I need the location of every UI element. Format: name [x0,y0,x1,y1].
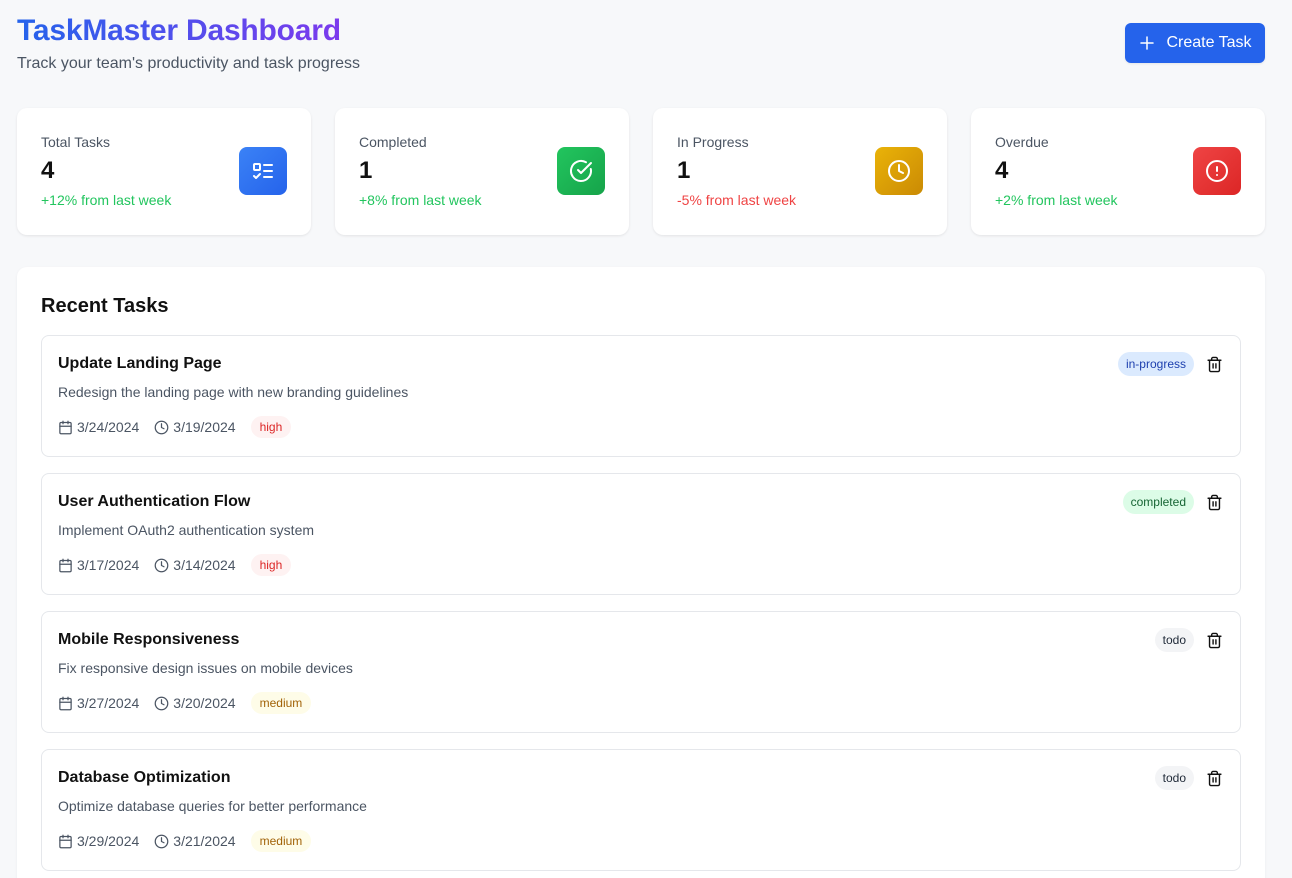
stats-row: Total Tasks 4 +12% from last week Comple… [17,108,1265,235]
task-title: Update Landing Page [58,355,222,372]
task-actions: todo [1154,766,1224,790]
trash-icon [1206,770,1222,786]
status-badge: in-progress [1117,352,1194,376]
stat-card-overdue: Overdue 4 +2% from last week [971,108,1265,235]
calendar-icon [59,696,72,710]
page-title: TaskMaster Dashboard [17,12,341,50]
task-meta: 3/27/2024 3/20/2024 medium [58,691,1224,715]
due-date-text: 3/24/2024 [77,419,140,435]
clock-icon [154,834,169,848]
trash-icon [1206,494,1222,510]
page-subtitle: Track your team's productivity and task … [17,55,361,72]
created-date-text: 3/20/2024 [173,695,236,711]
trash-icon [1206,356,1222,372]
due-date-text: 3/17/2024 [77,557,140,573]
task-card[interactable]: Mobile Responsiveness Fix responsive des… [41,611,1241,733]
recent-tasks-title: Recent Tasks [41,295,169,317]
task-meta: 3/24/2024 3/19/2024 high [58,415,1224,439]
due-date: 3/24/2024 [58,419,139,435]
task-list: Update Landing Page Redesign the landing… [41,335,1241,871]
clock-icon [154,558,169,572]
task-actions: completed [1122,490,1224,514]
create-task-label: Create Task [1166,34,1252,51]
due-date: 3/29/2024 [58,833,139,849]
created-date: 3/21/2024 [154,833,236,849]
task-list-icon [239,147,287,195]
task-card[interactable]: Update Landing Page Redesign the landing… [41,335,1241,457]
due-date-text: 3/29/2024 [77,833,140,849]
dashboard-page: TaskMaster Dashboard Track your team's p… [0,0,1292,878]
task-meta: 3/17/2024 3/14/2024 high [58,553,1224,577]
created-date-text: 3/19/2024 [173,419,236,435]
priority-badge: medium [250,692,312,714]
stat-card-completed: Completed 1 +8% from last week [335,108,629,235]
create-task-button[interactable]: Create Task [1125,23,1265,63]
due-date: 3/27/2024 [58,695,139,711]
delete-task-button[interactable] [1204,766,1224,790]
status-badge: completed [1122,490,1194,514]
created-date-text: 3/14/2024 [173,557,236,573]
clock-icon [875,147,923,195]
delete-task-button[interactable] [1204,352,1224,376]
created-date: 3/14/2024 [154,557,236,573]
recent-tasks-panel: Recent Tasks Update Landing Page Redesig… [17,267,1265,878]
calendar-icon [59,558,72,572]
task-actions: todo [1154,628,1224,652]
delete-task-button[interactable] [1204,490,1224,514]
task-title: Mobile Responsiveness [58,631,240,648]
task-actions: in-progress [1117,352,1224,376]
task-card[interactable]: User Authentication Flow Implement OAuth… [41,473,1241,595]
status-badge: todo [1154,766,1194,790]
task-description: Redesign the landing page with new brand… [58,384,409,400]
task-description: Optimize database queries for better per… [58,798,367,814]
due-date-text: 3/27/2024 [77,695,140,711]
priority-badge: high [250,554,292,576]
created-date: 3/20/2024 [154,695,236,711]
stat-card-total: Total Tasks 4 +12% from last week [17,108,311,235]
delete-task-button[interactable] [1204,628,1224,652]
task-card[interactable]: Database Optimization Optimize database … [41,749,1241,871]
task-title: User Authentication Flow [58,493,251,510]
clock-icon [154,696,169,710]
calendar-icon [59,420,72,434]
created-date-text: 3/21/2024 [173,833,236,849]
calendar-icon [59,834,72,848]
due-date: 3/17/2024 [58,557,139,573]
clock-icon [154,420,169,434]
status-badge: todo [1154,628,1194,652]
alert-circle-icon [1193,147,1241,195]
plus-icon [1140,36,1155,50]
task-description: Implement OAuth2 authentication system [58,522,315,538]
task-meta: 3/29/2024 3/21/2024 medium [58,829,1224,853]
task-title: Database Optimization [58,769,231,786]
priority-badge: high [250,416,292,438]
created-date: 3/19/2024 [154,419,236,435]
task-description: Fix responsive design issues on mobile d… [58,660,353,676]
trash-icon [1206,632,1222,648]
page-header: TaskMaster Dashboard Track your team's p… [17,12,1265,82]
check-circle-icon [557,147,605,195]
priority-badge: medium [250,830,312,852]
stat-card-in-progress: In Progress 1 -5% from last week [653,108,947,235]
